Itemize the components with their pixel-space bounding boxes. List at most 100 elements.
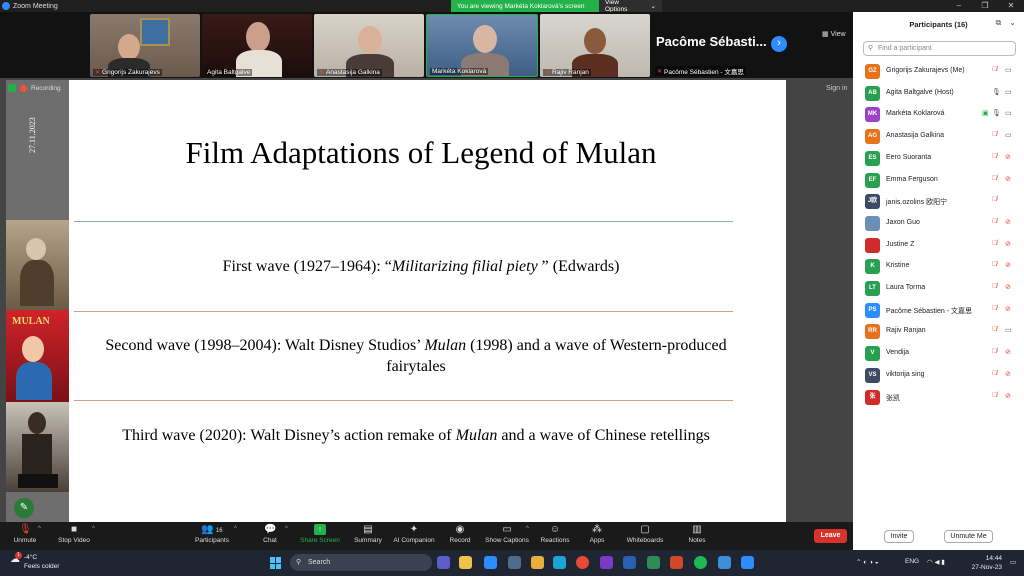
video-tile[interactable]: ✕ Anastasija Galkina (314, 14, 424, 77)
stop-video-button[interactable]: ■ Stop Video (56, 524, 92, 550)
participant-row[interactable]: K Kristine 🎙̸ ⊘ (865, 257, 1015, 277)
reactions-button[interactable]: ☺ Reactions (540, 524, 570, 550)
window-controls: – ❐ ✕ (946, 0, 1024, 12)
summary-button[interactable]: ▤ Summary (352, 524, 384, 550)
app-icon[interactable] (718, 556, 731, 569)
notes-button[interactable]: ▥ Notes (686, 524, 708, 550)
chevron-up-icon[interactable]: ^ (285, 526, 288, 532)
taskbar-clock[interactable]: 14:44 27-Nov-23 (968, 554, 1002, 572)
network-icon[interactable]: ◠ ◀ ▮ (927, 558, 945, 566)
participant-name: 张凯 (886, 394, 900, 402)
maximize-button[interactable]: ❐ (972, 0, 998, 12)
participant-row[interactable]: 张张凯 🎙̸ ⊘ (865, 388, 1015, 408)
close-button[interactable]: ✕ (998, 0, 1024, 12)
participant-row[interactable]: AB Agita Baltgalve (Host) 🎙 ▭ (865, 84, 1015, 104)
person-head (246, 22, 270, 52)
participant-row[interactable]: PS Pacôme Sébastien - 文嘉思 🎙̸ ⊘ (865, 301, 1015, 321)
whiteboards-button[interactable]: ▢ Whiteboards (625, 524, 665, 550)
video-tile[interactable]: ✕ Rajiv Ranjan (540, 14, 650, 77)
zoom-taskbar-icon[interactable] (484, 556, 497, 569)
person-head (473, 25, 497, 53)
participant-row[interactable]: ES Eero Suoranta 🎙̸ ⊘ (865, 149, 1015, 169)
tray-icons[interactable]: ⌃ ◐ ◑ ◒ (856, 558, 879, 566)
participant-row[interactable]: Justine Z 🎙̸ ⊘ (865, 236, 1015, 256)
apps-button[interactable]: ⁂ Apps (587, 524, 607, 550)
minimize-button[interactable]: – (946, 0, 972, 12)
divider (74, 311, 733, 312)
participant-row[interactable]: J欧 janis.ozolins 欧阳宁 🎙̸ (865, 192, 1015, 212)
folder-icon[interactable] (531, 556, 544, 569)
share-screen-button[interactable]: ↑ Share Screen (299, 524, 341, 550)
annotate-pen-icon[interactable]: ✎ (14, 498, 34, 518)
app-icon[interactable] (600, 556, 613, 569)
word-icon[interactable] (623, 556, 636, 569)
notification-icon[interactable]: ▭ (1010, 558, 1016, 566)
video-icon: ▭ (1005, 327, 1012, 335)
person-head (358, 26, 382, 54)
record-button[interactable]: ◉ Record (448, 524, 472, 550)
next-page-button[interactable]: › (771, 36, 787, 52)
leave-button[interactable]: Leave (814, 529, 847, 543)
view-options-button[interactable]: View Options ⌄ (599, 0, 662, 13)
participants-button[interactable]: 👥 16 Participants (192, 524, 232, 550)
windows-start-icon[interactable] (270, 557, 282, 569)
participant-row[interactable]: V Vendija 🎙̸ ⊘ (865, 344, 1015, 364)
avatar (865, 237, 880, 253)
unmute-button[interactable]: 🎙 Unmute (10, 524, 40, 550)
chat-button[interactable]: 💬 Chat (258, 524, 282, 550)
participant-row[interactable]: RR Rajiv Ranjan 🎙̸ ▭ (865, 322, 1015, 342)
mic-muted-icon: ✕ (319, 70, 325, 76)
captions-icon: ▭ (502, 524, 512, 535)
app-icon[interactable] (508, 556, 521, 569)
participant-row[interactable]: AG Anastasija Galkina 🎙̸ ▭ (865, 127, 1015, 147)
video-tile[interactable]: Markéta Koklarová (426, 14, 538, 77)
file-explorer-icon[interactable] (459, 556, 472, 569)
viewing-banner-text: You are viewing Markéta Koklarová's scre… (451, 0, 599, 12)
poster-mulan-1998-image: MULAN (6, 310, 69, 402)
mic-muted-icon: 🎙̸ (992, 261, 998, 269)
mic-muted-icon: ✕ (657, 68, 663, 75)
recording-indicator: Recording (8, 84, 61, 92)
view-button[interactable]: ▦ View (822, 30, 846, 38)
participant-row[interactable]: LT Laura Torma 🎙̸ ⊘ (865, 279, 1015, 299)
chevron-up-icon[interactable]: ^ (38, 526, 41, 532)
chrome-icon[interactable] (576, 556, 589, 569)
chevron-up-icon[interactable]: ^ (234, 526, 237, 532)
sign-in-link[interactable]: Sign in (826, 85, 847, 92)
weather-widget[interactable]: ☁ 1 -4°C Feels colder (10, 552, 59, 571)
screen-share-icon: ▣ (982, 110, 989, 118)
powerpoint-icon[interactable] (670, 556, 683, 569)
unmute-me-button[interactable]: Unmute Me (944, 530, 993, 543)
search-icon: ⚲ (868, 45, 874, 52)
search-placeholder: Find a participant (878, 45, 932, 52)
tile-name: Markéta Koklarová (432, 68, 487, 75)
participant-row[interactable]: EF Emma Ferguson 🎙̸ ⊘ (865, 171, 1015, 191)
invite-button[interactable]: Invite (884, 530, 914, 543)
show-captions-button[interactable]: ▭ Show Captions (484, 524, 530, 550)
chevron-up-icon[interactable]: ^ (526, 526, 529, 532)
video-tile[interactable]: ✕ Grigorijs Zakurajevs (90, 14, 200, 77)
clock-date: 27-Nov-23 (971, 564, 1002, 571)
window-title: Zoom Meeting (13, 2, 58, 10)
edge-icon[interactable] (553, 556, 566, 569)
zoom-taskbar-icon[interactable] (741, 556, 754, 569)
popout-icon[interactable]: ⧉ (996, 18, 1002, 28)
app-icon[interactable] (647, 556, 660, 569)
poster-title: MULAN (12, 316, 50, 327)
participant-search-input[interactable]: ⚲ Find a participant (863, 41, 1016, 56)
video-tile[interactable]: Agita Baltgalve (202, 14, 312, 77)
slide-point-2: Second wave (1998–2004): Walt Disney Stu… (105, 337, 727, 375)
participant-row[interactable]: Jaxon Guo 🎙̸ ⊘ (865, 214, 1015, 234)
participant-row[interactable]: MK Markéta Koklarová ▣ 🎙 ▭ (865, 105, 1015, 125)
language-indicator[interactable]: ENG (905, 558, 919, 565)
chevron-down-icon[interactable]: ⌄ (1009, 18, 1016, 28)
taskbar-search[interactable]: ⚲ Search (290, 554, 432, 571)
record-dot-icon (20, 84, 27, 92)
spotify-icon[interactable] (694, 556, 707, 569)
participant-row[interactable]: GZ Grigorijs Zakurajevs (Me) 🎙̸ ▭ (865, 62, 1015, 82)
ai-companion-button[interactable]: ✦ AI Companion (392, 524, 436, 550)
participant-row[interactable]: VS viktorija sing 🎙̸ ⊘ (865, 366, 1015, 386)
chevron-up-icon[interactable]: ^ (92, 526, 95, 532)
teams-icon[interactable] (437, 556, 450, 569)
notes-icon: ▥ (692, 524, 702, 535)
